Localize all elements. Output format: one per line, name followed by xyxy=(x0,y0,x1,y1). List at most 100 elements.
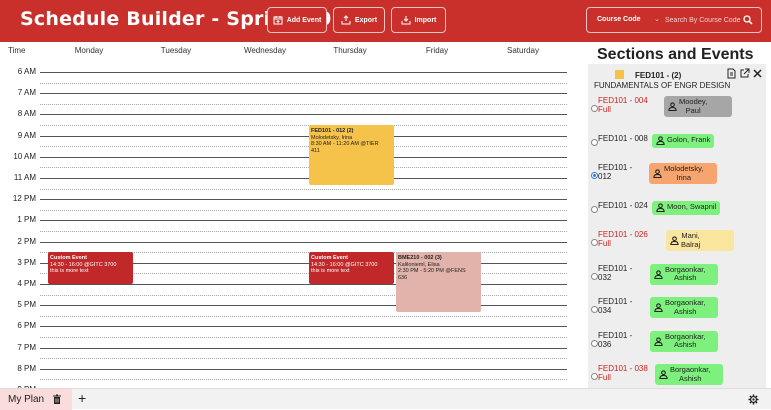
section-radio[interactable] xyxy=(591,172,598,179)
close-icon[interactable] xyxy=(752,68,763,79)
half-hour-gridline xyxy=(40,146,567,148)
half-hour-gridline xyxy=(40,379,567,381)
time-label: 8 PM xyxy=(17,363,36,373)
instructor-badge[interactable]: Molodetsky, Irina xyxy=(649,163,717,184)
add-plan-button[interactable]: + xyxy=(78,390,86,406)
section-full-label: Full xyxy=(598,239,611,248)
section-code-line: FED101 - xyxy=(598,330,633,340)
instructor-name: Borgaonkar, Ashish xyxy=(665,265,705,283)
section-code-line: FED101 - xyxy=(598,163,633,172)
time-label: 1 PM xyxy=(17,215,36,225)
add-event-button[interactable]: Add Event xyxy=(267,7,327,33)
section-radio[interactable] xyxy=(591,105,598,112)
section-row[interactable]: FED101 - 004 Full Moodey, Paul xyxy=(588,94,766,124)
section-code-line: 036 xyxy=(598,339,612,349)
course-search-input[interactable] xyxy=(665,11,743,29)
section-radio[interactable] xyxy=(591,373,598,380)
hour-gridline xyxy=(40,135,567,137)
time-label: 7 AM xyxy=(17,88,36,98)
calendar-event[interactable]: FED101 - 012 (2) Molodetsky, Irina 8:30 AM… xyxy=(309,125,394,186)
instructor-name: Moodey, Paul xyxy=(679,97,707,115)
section-radio[interactable] xyxy=(591,138,598,146)
calendar-grid: Time Monday Tuesday Wednesday Thursday F… xyxy=(0,42,567,388)
time-label: 6 AM xyxy=(17,67,36,76)
day-header-monday: Monday xyxy=(74,46,104,55)
section-row[interactable]: FED101 -012 Molodetsky, Irina xyxy=(588,161,766,191)
instructor-name: Borgaonkar, Ashish xyxy=(665,298,705,316)
half-hour-gridline xyxy=(40,337,567,338)
section-radio[interactable] xyxy=(591,205,598,213)
chevron-down-icon[interactable]: ⌄ xyxy=(654,15,660,23)
person-icon xyxy=(656,136,665,145)
instructor-badge[interactable]: Golon, Frank xyxy=(652,133,715,148)
section-radio[interactable] xyxy=(591,272,598,280)
trash-icon[interactable] xyxy=(52,394,62,404)
document-icon[interactable] xyxy=(726,68,737,79)
half-hour-gridline xyxy=(40,294,567,296)
person-icon xyxy=(654,269,663,279)
hour-gridline xyxy=(40,326,567,328)
time-label: 7 PM xyxy=(17,342,36,352)
instructor-name: Moon, Swapnil xyxy=(667,203,716,212)
time-label: 11 AM xyxy=(13,173,36,182)
open-external-icon[interactable] xyxy=(739,68,750,79)
section-radio[interactable] xyxy=(591,339,598,347)
instructor-badge[interactable]: Borgaonkar, Ashish xyxy=(650,330,718,352)
instructor-badge[interactable]: Borgaonkar, Ashish xyxy=(655,364,723,385)
time-label: 10 AM xyxy=(13,151,36,161)
calendar-event[interactable]: Custom Event 14:30 - 16:00 @GITC 3700 this… xyxy=(48,252,133,284)
section-code-line: 032 xyxy=(598,272,612,282)
instructor-badge[interactable]: Borgaonkar, Ashish xyxy=(650,263,718,285)
import-button[interactable]: Import xyxy=(391,7,446,33)
section-code-line: FED101 - 024 xyxy=(598,200,648,210)
section-radio[interactable] xyxy=(591,306,598,313)
instructor-badge[interactable]: Mani, Balraj xyxy=(666,230,734,251)
section-code: FED101 - 038 Full xyxy=(598,364,648,382)
half-hour-gridline xyxy=(40,103,567,105)
person-icon xyxy=(653,169,662,178)
half-hour-gridline xyxy=(40,358,567,360)
section-row[interactable]: FED101 -036 Borgaonkar, Ashish xyxy=(588,329,766,359)
day-header-tuesday: Tuesday xyxy=(160,46,192,55)
instructor-name-line: Paul xyxy=(685,105,701,115)
section-row[interactable]: FED101 -034 Borgaonkar, Ashish xyxy=(588,295,766,325)
section-row[interactable]: FED101 - 008 Golon, Frank xyxy=(588,128,766,158)
section-row[interactable]: FED101 -032 Borgaonkar, Ashish xyxy=(588,262,766,292)
time-label: 3 PM xyxy=(17,257,36,267)
calendar-event[interactable]: BME210 - 002 (3) Kalilonieml, Elisa 2:30 P… xyxy=(396,252,481,313)
day-header-saturday: Saturday xyxy=(506,46,540,55)
calendar-event[interactable]: Custom Event 14:30 - 16:00 @GITC 3700 this… xyxy=(309,252,394,284)
gear-icon[interactable] xyxy=(748,394,759,405)
course-code-dropdown[interactable]: Course Code xyxy=(597,16,641,23)
instructor-badge[interactable]: Moon, Swapnil xyxy=(652,200,721,215)
upload-icon xyxy=(341,15,351,25)
instructor-name-line: Moon, Swapnil xyxy=(667,202,717,212)
instructor-badge[interactable]: Borgaonkar, Ashish xyxy=(650,297,718,318)
instructor-name-line: Irina xyxy=(676,172,692,182)
instructor-name: Borgaonkar, Ashish xyxy=(665,332,705,350)
section-code-line: FED101 - xyxy=(598,297,633,306)
hour-gridline xyxy=(40,368,567,370)
section-row[interactable]: FED101 - 038 Full Borgaonkar, Ashish xyxy=(588,362,766,388)
add-event-label: Add Event xyxy=(286,16,322,24)
plan-tab[interactable]: My Plan xyxy=(0,389,72,410)
person-icon xyxy=(654,336,663,346)
section-code-line: FED101 - 026 xyxy=(598,230,648,239)
section-row[interactable]: FED101 - 026 Full Mani, Balraj xyxy=(588,228,766,258)
time-label: 9 AM xyxy=(17,130,36,140)
instructor-badge[interactable]: Moodey, Paul xyxy=(664,96,732,117)
section-radio[interactable] xyxy=(591,239,598,246)
section-row[interactable]: FED101 - 024 Moon, Swapnil xyxy=(588,195,766,225)
section-code-line: FED101 - 004 xyxy=(598,96,648,105)
search-icon[interactable] xyxy=(743,15,753,25)
event-detail: 636 xyxy=(398,274,408,281)
calendar-add-icon xyxy=(273,16,283,25)
time-label: 12 PM xyxy=(12,194,36,204)
half-hour-gridline xyxy=(40,231,567,232)
half-hour-gridline xyxy=(40,315,567,317)
section-code-line: FED101 - 008 xyxy=(598,133,648,143)
course-color-swatch[interactable] xyxy=(615,70,624,79)
instructor-name-line: Golon, Frank xyxy=(667,135,711,145)
person-icon xyxy=(654,303,663,312)
export-button[interactable]: Export xyxy=(333,7,385,33)
